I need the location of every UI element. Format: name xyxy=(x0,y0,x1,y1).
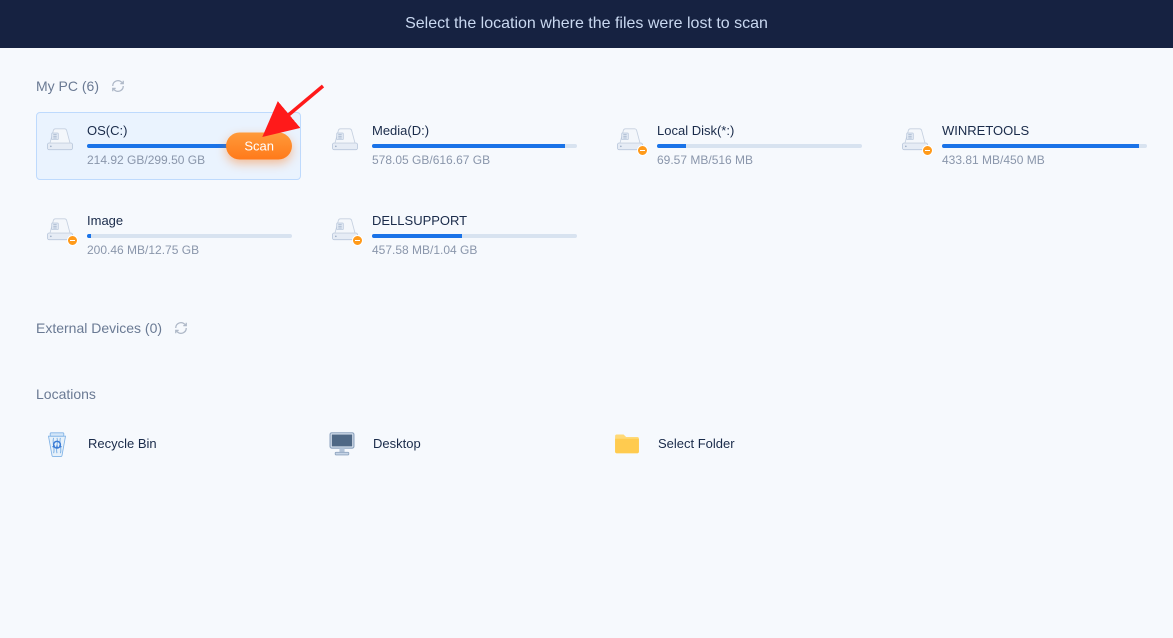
locations-grid: Recycle Bin Desktop Select Folder xyxy=(36,420,1137,466)
drive-usage-bar xyxy=(372,234,577,238)
location-item-desktop[interactable]: Desktop xyxy=(321,420,586,466)
drive-size: 69.57 MB/516 MB xyxy=(657,153,862,167)
folder-icon xyxy=(610,426,644,460)
location-label: Select Folder xyxy=(658,436,735,451)
drive-size: 457.58 MB/1.04 GB xyxy=(372,243,577,257)
main-content: My PC (6) OS(C:) 214.92 GB/299.50 GB Sca… xyxy=(0,48,1173,496)
external-label: External Devices (0) xyxy=(36,320,162,336)
app-header: Select the location where the files were… xyxy=(0,0,1173,48)
desktop-icon xyxy=(325,426,359,460)
refresh-icon[interactable] xyxy=(111,79,125,93)
drives-grid: OS(C:) 214.92 GB/299.50 GB Scan Media(D:… xyxy=(36,112,1137,270)
drive-size: 200.46 MB/12.75 GB xyxy=(87,243,292,257)
drive-name: Image xyxy=(87,213,292,228)
drive-usage-bar xyxy=(87,234,292,238)
disk-icon xyxy=(330,123,360,153)
location-item-recycle[interactable]: Recycle Bin xyxy=(36,420,301,466)
drive-card[interactable]: Local Disk(*:) 69.57 MB/516 MB xyxy=(606,112,871,180)
recycle-icon xyxy=(40,426,74,460)
locations-label: Locations xyxy=(36,386,96,402)
drive-info: Image 200.46 MB/12.75 GB xyxy=(87,213,292,257)
drive-usage-bar xyxy=(657,144,862,148)
drive-usage-bar xyxy=(372,144,577,148)
drive-card[interactable]: Image 200.46 MB/12.75 GB xyxy=(36,202,301,270)
drive-name: WINRETOOLS xyxy=(942,123,1147,138)
drive-card[interactable]: Media(D:) 578.05 GB/616.67 GB xyxy=(321,112,586,180)
mypc-label: My PC (6) xyxy=(36,78,99,94)
drive-card[interactable]: OS(C:) 214.92 GB/299.50 GB Scan xyxy=(36,112,301,180)
scan-button[interactable]: Scan xyxy=(226,133,292,160)
drive-card[interactable]: DELLSUPPORT 457.58 MB/1.04 GB xyxy=(321,202,586,270)
disk-icon xyxy=(45,213,75,243)
external-section-header: External Devices (0) xyxy=(36,320,1137,336)
drive-size: 433.81 MB/450 MB xyxy=(942,153,1147,167)
location-item-folder[interactable]: Select Folder xyxy=(606,420,871,466)
drive-info: WINRETOOLS 433.81 MB/450 MB xyxy=(942,123,1147,167)
drive-info: Media(D:) 578.05 GB/616.67 GB xyxy=(372,123,577,167)
drive-name: Local Disk(*:) xyxy=(657,123,862,138)
drive-usage-bar xyxy=(942,144,1147,148)
location-label: Recycle Bin xyxy=(88,436,157,451)
locations-section-header: Locations xyxy=(36,386,1137,402)
refresh-icon[interactable] xyxy=(174,321,188,335)
location-label: Desktop xyxy=(373,436,421,451)
drive-info: Local Disk(*:) 69.57 MB/516 MB xyxy=(657,123,862,167)
drive-name: DELLSUPPORT xyxy=(372,213,577,228)
header-title: Select the location where the files were… xyxy=(405,15,768,33)
disk-icon xyxy=(45,123,75,153)
disk-icon xyxy=(615,123,645,153)
drive-size: 578.05 GB/616.67 GB xyxy=(372,153,577,167)
drive-info: DELLSUPPORT 457.58 MB/1.04 GB xyxy=(372,213,577,257)
mypc-section-header: My PC (6) xyxy=(36,78,1137,94)
drive-card[interactable]: WINRETOOLS 433.81 MB/450 MB xyxy=(891,112,1156,180)
disk-icon xyxy=(900,123,930,153)
disk-icon xyxy=(330,213,360,243)
drive-name: Media(D:) xyxy=(372,123,577,138)
